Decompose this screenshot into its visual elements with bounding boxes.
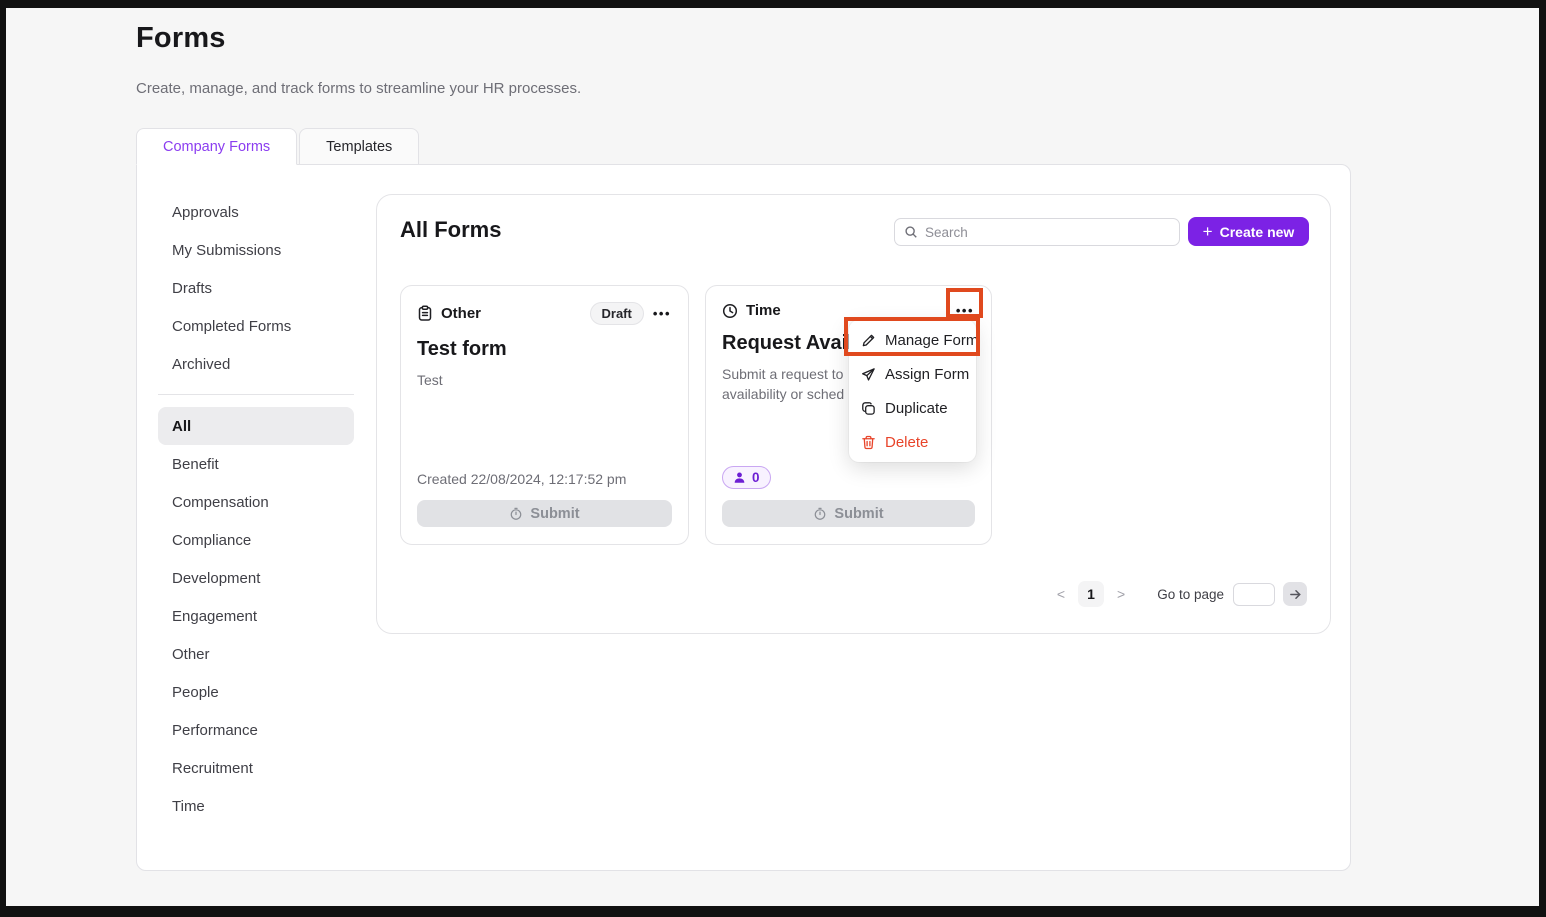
clock-icon bbox=[722, 303, 738, 319]
menu-item-assign-form[interactable]: Assign Form bbox=[849, 357, 976, 391]
pencil-icon bbox=[861, 333, 876, 348]
card-menu-button[interactable]: ••• bbox=[955, 302, 975, 319]
all-forms-title: All Forms bbox=[400, 217, 501, 243]
sidebar-category-time[interactable]: Time bbox=[158, 787, 354, 825]
submit-label: Submit bbox=[834, 506, 883, 522]
sidebar-item-label: Performance bbox=[172, 722, 258, 739]
create-new-button[interactable]: + Create new bbox=[1188, 217, 1309, 246]
description-line: Submit a request to bbox=[722, 366, 843, 382]
sidebar-item-label: Compensation bbox=[172, 494, 269, 511]
sidebar-category-engagement[interactable]: Engagement bbox=[158, 597, 354, 635]
submit-button[interactable]: Submit bbox=[417, 500, 672, 527]
search-icon bbox=[904, 225, 918, 239]
sidebar-item-label: All bbox=[172, 418, 191, 435]
sidebar-item-label: Benefit bbox=[172, 456, 219, 473]
menu-item-duplicate[interactable]: Duplicate bbox=[849, 391, 976, 425]
sidebar-item-label: Time bbox=[172, 798, 205, 815]
plus-icon: + bbox=[1203, 223, 1213, 240]
sidebar-item-label: People bbox=[172, 684, 219, 701]
sidebar-item-label: Engagement bbox=[172, 608, 257, 625]
tab-templates[interactable]: Templates bbox=[299, 128, 419, 165]
previous-page-button[interactable]: < bbox=[1051, 582, 1071, 606]
card-category-label: Other bbox=[441, 305, 481, 322]
sidebar-item-label: Compliance bbox=[172, 532, 251, 549]
go-to-page-label: Go to page bbox=[1157, 587, 1224, 602]
sidebar-category-people[interactable]: People bbox=[158, 673, 354, 711]
card-menu-button[interactable]: ••• bbox=[652, 305, 672, 322]
go-to-page-input[interactable] bbox=[1233, 583, 1275, 606]
page-title: Forms bbox=[136, 22, 226, 55]
sidebar-category-other[interactable]: Other bbox=[158, 635, 354, 673]
card-header: Time ••• bbox=[722, 302, 975, 319]
create-new-label: Create new bbox=[1220, 224, 1295, 240]
sidebar-divider bbox=[158, 394, 354, 395]
clipboard-icon bbox=[417, 305, 433, 322]
arrow-right-icon bbox=[1289, 588, 1302, 601]
form-created-timestamp: Created 22/08/2024, 12:17:52 pm bbox=[417, 471, 626, 487]
description-line: availability or sched bbox=[722, 386, 844, 402]
sidebar-item-label: Development bbox=[172, 570, 260, 587]
copy-icon bbox=[861, 401, 876, 416]
sidebar-item-label: Approvals bbox=[172, 204, 239, 221]
form-card-test-form[interactable]: Other Draft ••• Test form Test Created 2… bbox=[400, 285, 689, 545]
sidebar-category-development[interactable]: Development bbox=[158, 559, 354, 597]
sidebar-item-completed-forms[interactable]: Completed Forms bbox=[158, 307, 354, 345]
form-description: Test bbox=[417, 370, 672, 390]
sidebar-category-compliance[interactable]: Compliance bbox=[158, 521, 354, 559]
sidebar-item-label: Archived bbox=[172, 356, 230, 373]
submit-label: Submit bbox=[530, 506, 579, 522]
form-title: Test form bbox=[417, 338, 672, 361]
pagination: < 1 > Go to page bbox=[1051, 581, 1307, 607]
draft-status-badge: Draft bbox=[590, 302, 644, 325]
menu-item-delete[interactable]: Delete bbox=[849, 425, 976, 459]
current-page-indicator[interactable]: 1 bbox=[1078, 581, 1104, 607]
sidebar-item-archived[interactable]: Archived bbox=[158, 345, 354, 383]
next-page-button[interactable]: > bbox=[1111, 582, 1131, 606]
clock-icon bbox=[813, 507, 827, 521]
sidebar-item-label: Completed Forms bbox=[172, 318, 291, 335]
sidebar-item-label: My Submissions bbox=[172, 242, 281, 259]
tab-company-forms[interactable]: Company Forms bbox=[136, 128, 297, 165]
menu-item-manage-form[interactable]: Manage Form bbox=[849, 323, 976, 357]
clock-icon bbox=[509, 507, 523, 521]
sidebar-item-approvals[interactable]: Approvals bbox=[158, 193, 354, 231]
card-category-label: Time bbox=[746, 302, 781, 319]
go-to-page-button[interactable] bbox=[1283, 582, 1307, 606]
forms-page: Forms Create, manage, and track forms to… bbox=[6, 8, 1539, 906]
menu-item-label: Duplicate bbox=[885, 400, 948, 417]
tab-bar: Company Forms Templates bbox=[136, 128, 419, 165]
sidebar-category-performance[interactable]: Performance bbox=[158, 711, 354, 749]
menu-item-label: Manage Form bbox=[885, 332, 978, 349]
screenshot-frame: Forms Create, manage, and track forms to… bbox=[0, 0, 1546, 917]
tab-company-forms-label: Company Forms bbox=[163, 139, 270, 155]
person-icon bbox=[733, 471, 746, 484]
sidebar-item-label: Recruitment bbox=[172, 760, 253, 777]
forms-sidebar: Approvals My Submissions Drafts Complete… bbox=[158, 193, 354, 825]
card-header: Other Draft ••• bbox=[417, 302, 672, 325]
search-input[interactable] bbox=[925, 225, 1170, 240]
menu-item-label: Delete bbox=[885, 434, 928, 451]
sidebar-category-compensation[interactable]: Compensation bbox=[158, 483, 354, 521]
page-subtitle: Create, manage, and track forms to strea… bbox=[136, 80, 581, 97]
search-box[interactable] bbox=[894, 218, 1180, 246]
tab-templates-label: Templates bbox=[326, 139, 392, 155]
sidebar-item-label: Other bbox=[172, 646, 210, 663]
sidebar-item-label: Drafts bbox=[172, 280, 212, 297]
sidebar-category-recruitment[interactable]: Recruitment bbox=[158, 749, 354, 787]
trash-icon bbox=[861, 435, 876, 450]
company-forms-panel: Approvals My Submissions Drafts Complete… bbox=[136, 164, 1351, 871]
sidebar-item-my-submissions[interactable]: My Submissions bbox=[158, 231, 354, 269]
send-icon bbox=[861, 367, 876, 382]
sidebar-category-all[interactable]: All bbox=[158, 407, 354, 445]
submit-button[interactable]: Submit bbox=[722, 500, 975, 527]
sidebar-item-drafts[interactable]: Drafts bbox=[158, 269, 354, 307]
assignee-count-badge: 0 bbox=[722, 466, 771, 489]
sidebar-category-benefit[interactable]: Benefit bbox=[158, 445, 354, 483]
card-context-menu: Manage Form Assign Form Duplicate Delete bbox=[849, 320, 976, 462]
menu-item-label: Assign Form bbox=[885, 366, 969, 383]
assignee-count: 0 bbox=[752, 470, 760, 485]
